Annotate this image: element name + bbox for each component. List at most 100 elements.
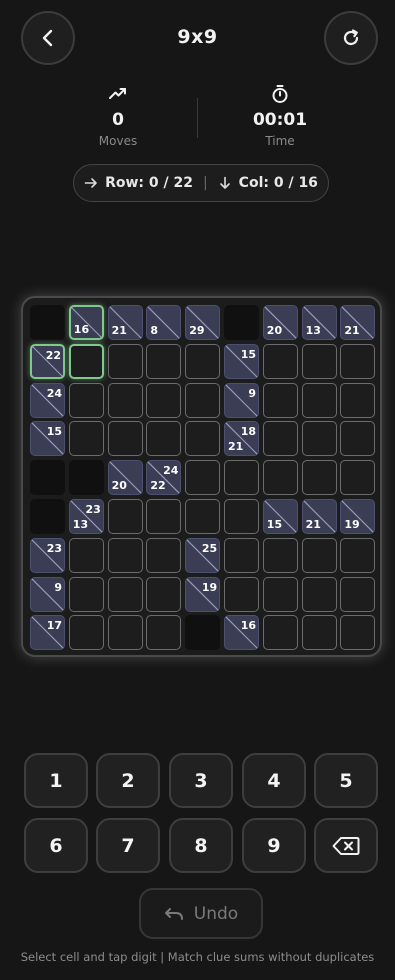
input-cell[interactable] (107, 576, 143, 612)
input-cell[interactable] (185, 499, 221, 534)
clue-cell: 8 (146, 305, 182, 340)
input-cell[interactable] (340, 615, 376, 651)
input-cell[interactable] (262, 537, 298, 573)
blank-cell (30, 499, 65, 534)
input-cell[interactable] (107, 382, 143, 418)
input-cell[interactable] (68, 615, 104, 651)
clue-cell: 20 (107, 460, 143, 496)
input-cell[interactable] (224, 576, 259, 612)
input-cell[interactable] (107, 343, 143, 379)
row-progress: Row: 0 / 22 (105, 175, 193, 191)
input-cell[interactable] (340, 382, 376, 418)
input-cell[interactable] (340, 576, 376, 612)
clue-cell: 19 (185, 576, 221, 612)
digit-4-key[interactable]: 4 (242, 753, 306, 808)
input-cell[interactable] (301, 615, 337, 651)
input-cell[interactable] (68, 421, 104, 457)
digit-2-key[interactable]: 2 (96, 753, 160, 808)
input-cell[interactable] (107, 615, 143, 651)
digit-1-key[interactable]: 1 (24, 753, 88, 808)
input-cell[interactable] (68, 382, 104, 418)
input-cell[interactable] (301, 343, 337, 379)
input-cell[interactable] (224, 460, 259, 496)
input-cell[interactable] (262, 343, 298, 379)
input-cell[interactable] (107, 537, 143, 573)
across-clue-sum: 15 (46, 425, 62, 439)
input-cell[interactable] (262, 421, 298, 457)
input-cell[interactable] (301, 382, 337, 418)
digit-5-key[interactable]: 5 (314, 753, 378, 808)
backspace-icon (332, 836, 360, 855)
digit-6-key[interactable]: 6 (24, 818, 88, 873)
input-cell[interactable] (185, 421, 221, 457)
down-clue-sum: 20 (111, 479, 127, 493)
input-cell[interactable] (301, 576, 337, 612)
input-cell[interactable] (146, 421, 182, 457)
undo-icon (164, 907, 183, 920)
backspace-key[interactable] (314, 818, 378, 873)
input-cell[interactable] (68, 537, 104, 573)
across-clue-sum: 23 (46, 541, 62, 555)
col-progress: Col: 0 / 16 (238, 175, 318, 191)
input-cell[interactable] (340, 537, 376, 573)
down-clue-sum: 13 (305, 324, 321, 337)
down-clue-sum: 21 (344, 324, 360, 337)
input-cell[interactable] (146, 576, 182, 612)
digit-7-key[interactable]: 7 (96, 818, 160, 873)
down-clue-sum: 19 (344, 518, 360, 531)
clue-cell: 22 (30, 343, 65, 379)
input-cell[interactable] (340, 421, 376, 457)
input-cell[interactable] (301, 421, 337, 457)
moves-stat: 0 Moves (38, 84, 198, 148)
trending-up-icon (109, 88, 126, 99)
input-cell[interactable] (146, 382, 182, 418)
clue-cell: 23 (30, 537, 65, 573)
input-cell[interactable] (262, 460, 298, 496)
moves-label: Moves (98, 134, 138, 148)
input-cell[interactable] (262, 615, 298, 651)
across-clue-sum: 17 (46, 619, 62, 633)
clue-cell: 24 (30, 382, 65, 418)
refresh-icon (343, 29, 359, 46)
clue-cell: 19 (340, 499, 376, 534)
digit-3-key[interactable]: 3 (169, 753, 233, 808)
input-cell[interactable] (262, 576, 298, 612)
down-clue-sum: 8 (150, 324, 159, 337)
input-cell[interactable] (185, 343, 221, 379)
across-clue-sum: 16 (240, 619, 256, 633)
clue-cell: 21 (340, 305, 376, 340)
digit-8-key[interactable]: 8 (169, 818, 233, 873)
down-clue-sum: 21 (305, 518, 321, 531)
clue-cell: 29 (185, 305, 221, 340)
input-cell[interactable] (185, 460, 221, 496)
input-cell[interactable] (224, 537, 259, 573)
progress-separator: | (202, 175, 208, 191)
input-cell[interactable] (146, 499, 182, 534)
input-cell[interactable] (301, 460, 337, 496)
input-cell[interactable] (146, 615, 182, 651)
clue-cell: 9 (224, 382, 259, 418)
input-cell[interactable] (301, 537, 337, 573)
input-cell[interactable] (262, 382, 298, 418)
clue-cell: 9 (30, 576, 65, 612)
input-cell[interactable] (107, 421, 143, 457)
across-clue-sum: 9 (54, 580, 62, 594)
undo-label: Undo (193, 903, 239, 924)
input-cell[interactable] (340, 460, 376, 496)
input-cell[interactable] (185, 382, 221, 418)
input-cell[interactable] (224, 499, 259, 534)
stats-divider (197, 98, 198, 138)
input-cell[interactable] (340, 343, 376, 379)
across-clue-sum: 22 (45, 348, 61, 362)
clue-cell: 21 (107, 305, 143, 340)
undo-button[interactable]: Undo (139, 888, 263, 939)
input-cell[interactable] (146, 537, 182, 573)
input-cell[interactable] (146, 343, 182, 379)
down-clue-sum: 15 (266, 518, 283, 531)
input-cell[interactable] (68, 576, 104, 612)
selected-input-cell[interactable] (68, 343, 104, 379)
digit-9-key[interactable]: 9 (242, 818, 306, 873)
clue-cell: 23 13 (68, 499, 104, 534)
restart-button[interactable] (324, 11, 378, 65)
input-cell[interactable] (107, 499, 143, 534)
